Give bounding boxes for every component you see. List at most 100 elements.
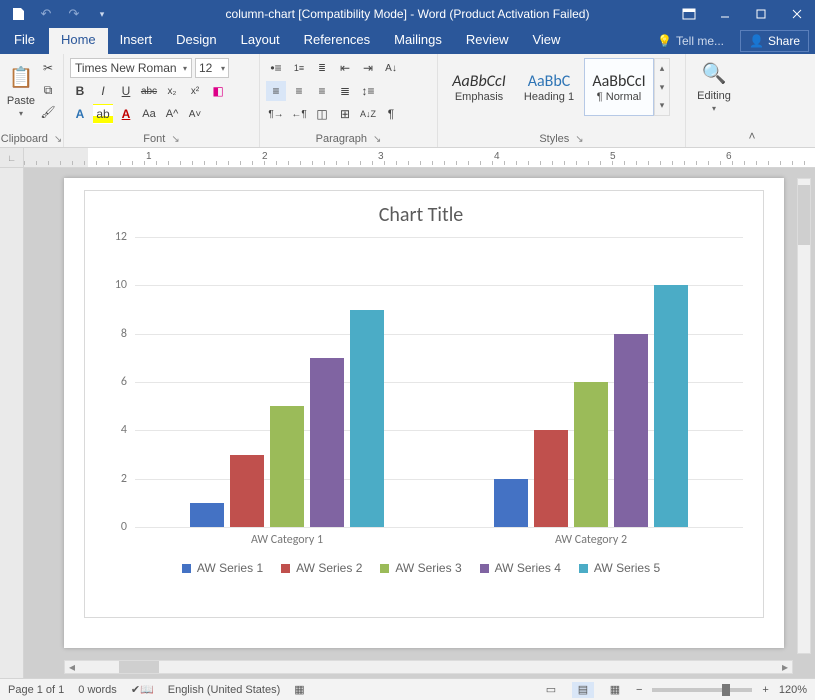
style-emphasis[interactable]: AaBbCcI Emphasis [444,58,514,116]
tab-insert[interactable]: Insert [108,28,165,54]
format-painter-icon[interactable]: 🖌 [38,102,58,122]
legend-item[interactable]: AW Series 3 [380,561,461,575]
tab-mailings[interactable]: Mailings [382,28,454,54]
legend-item[interactable]: AW Series 1 [182,561,263,575]
shrink-font-icon[interactable]: A˅ [185,104,205,124]
tab-review[interactable]: Review [454,28,521,54]
save-icon[interactable] [6,2,30,26]
tab-file[interactable]: File [0,28,49,54]
page-count[interactable]: Page 1 of 1 [8,684,64,696]
close-icon[interactable] [779,0,815,28]
paragraph-dialog-icon[interactable]: ↘ [373,134,381,145]
chart-bar[interactable] [350,310,384,528]
underline-button[interactable]: U [116,81,136,101]
superscript-button[interactable]: x² [185,81,205,101]
vertical-scrollbar[interactable] [797,178,811,654]
redo-icon[interactable]: ↷ [62,2,86,26]
zoom-in-icon[interactable]: + [762,684,768,696]
chart-bar[interactable] [230,455,264,528]
undo-icon[interactable]: ↶ [34,2,58,26]
subscript-button[interactable]: x₂ [162,81,182,101]
italic-button[interactable]: I [93,81,113,101]
share-button[interactable]: 👤 Share [740,30,809,52]
sort-icon[interactable]: A↓ [381,58,401,78]
clipboard-dialog-icon[interactable]: ↘ [54,134,62,145]
chart-bar[interactable] [534,430,568,527]
align-center-icon[interactable]: ≡ [289,81,309,101]
tab-design[interactable]: Design [164,28,228,54]
macro-icon[interactable]: ▦ [294,683,304,696]
multilevel-icon[interactable]: ≣ [312,58,332,78]
font-size-select[interactable]: 12▾ [195,58,229,78]
scroll-left-icon[interactable]: ◂ [65,660,79,674]
bullets-icon[interactable]: •≡ [266,58,286,78]
tab-view[interactable]: View [520,28,572,54]
change-case-icon[interactable]: Aa [139,104,159,124]
zoom-out-icon[interactable]: − [636,684,642,696]
scrollbar-thumb[interactable] [798,185,810,245]
shading-icon[interactable]: ◫ [312,104,332,124]
align-right-icon[interactable]: ≡ [312,81,332,101]
chart-bar[interactable] [270,406,304,527]
editing-button[interactable]: 🔍 Editing ▾ [692,58,736,113]
ribbon-display-icon[interactable] [671,0,707,28]
chart-bar[interactable] [614,334,648,527]
font-dialog-icon[interactable]: ↘ [171,134,179,145]
legend-item[interactable]: AW Series 2 [281,561,362,575]
chart-bar[interactable] [494,479,528,527]
show-marks-icon[interactable]: ¶ [381,104,401,124]
chart-bar[interactable] [654,285,688,527]
scroll-right-icon[interactable]: ▸ [778,660,792,674]
horizontal-ruler[interactable]: 123456 [24,148,815,167]
language-status[interactable]: English (United States) [168,684,281,696]
paste-button[interactable]: 📋 Paste ▾ [6,63,36,118]
qat-customize-icon[interactable]: ▾ [90,2,114,26]
word-count[interactable]: 0 words [78,684,117,696]
chart-bar[interactable] [310,358,344,527]
print-layout-icon[interactable]: ▤ [572,682,594,698]
styles-dialog-icon[interactable]: ↘ [575,134,583,145]
zoom-slider[interactable] [652,688,752,692]
minimize-icon[interactable] [707,0,743,28]
tell-me-search[interactable]: 💡 Tell me... [647,28,734,54]
horizontal-scrollbar[interactable]: ◂ ▸ [64,660,793,674]
font-color-icon[interactable]: A [116,104,136,124]
style-heading1[interactable]: AaBbC Heading 1 [514,58,584,116]
cut-icon[interactable]: ✂ [38,58,58,78]
chart-object[interactable]: Chart Title 024681012 AW Category 1AW Ca… [84,190,764,618]
clear-formatting-icon[interactable]: ◧ [208,81,228,101]
decrease-indent-icon[interactable]: ⇤ [335,58,355,78]
chart-bar[interactable] [574,382,608,527]
rtl-icon[interactable]: ←¶ [289,104,309,124]
ltr-icon[interactable]: ¶→ [266,104,286,124]
legend-item[interactable]: AW Series 5 [579,561,660,575]
line-spacing-icon[interactable]: ↕≡ [358,81,378,101]
bold-button[interactable]: B [70,81,90,101]
vertical-ruler[interactable] [0,168,24,678]
style-normal[interactable]: AaBbCcI ¶ Normal [584,58,654,116]
highlight-icon[interactable]: ab [93,104,113,124]
legend-item[interactable]: AW Series 4 [480,561,561,575]
collapse-ribbon-icon[interactable]: ˄ [742,54,762,147]
maximize-icon[interactable] [743,0,779,28]
read-mode-icon[interactable]: ▭ [540,682,562,698]
sort-az-icon[interactable]: A↓Z [358,104,378,124]
tab-layout[interactable]: Layout [229,28,292,54]
copy-icon[interactable]: ⧉ [38,80,58,100]
zoom-level[interactable]: 120% [779,684,807,696]
zoom-knob[interactable] [722,684,730,696]
numbering-icon[interactable]: 1≡ [289,58,309,78]
chart-bar[interactable] [190,503,224,527]
borders-icon[interactable]: ⊞ [335,104,355,124]
align-left-icon[interactable]: ≡ [266,81,286,101]
spellcheck-icon[interactable]: ✔📖 [131,683,154,696]
strikethrough-button[interactable]: abc [139,81,159,101]
increase-indent-icon[interactable]: ⇥ [358,58,378,78]
web-layout-icon[interactable]: ▦ [604,682,626,698]
text-effects-icon[interactable]: A [70,104,90,124]
styles-more-button[interactable]: ▴▾▾ [654,58,670,116]
justify-icon[interactable]: ≣ [335,81,355,101]
scrollbar-thumb[interactable] [119,661,159,673]
page[interactable]: Chart Title 024681012 AW Category 1AW Ca… [64,178,784,648]
font-name-select[interactable]: Times New Roman▾ [70,58,192,78]
